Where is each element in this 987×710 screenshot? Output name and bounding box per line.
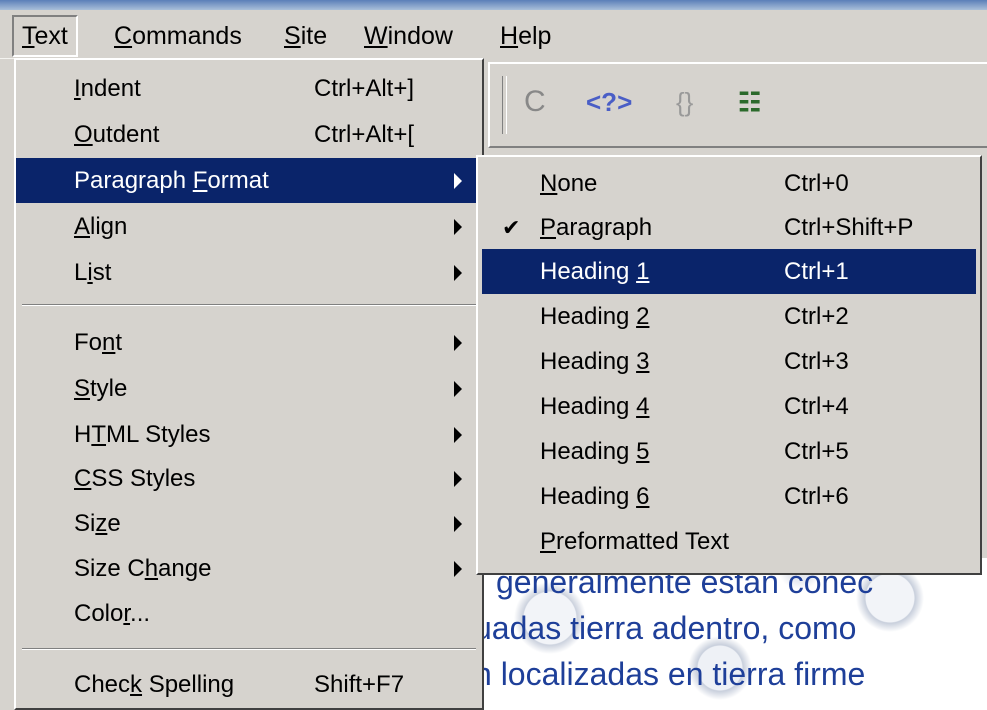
menu-item-label: Font — [74, 329, 123, 356]
menu-item-label: List — [74, 259, 112, 286]
submenu-item-heading-3[interactable]: Heading 3 Ctrl+3 — [482, 339, 976, 384]
menu-item-label: Outdent — [74, 121, 160, 148]
menu-item-label: Indent — [74, 75, 141, 102]
shortcut: Ctrl+3 — [784, 348, 849, 375]
menu-item-check-spelling[interactable]: Check Spelling Shift+F7 — [16, 662, 482, 707]
menu-item-label: Size — [74, 510, 121, 537]
document-canvas[interactable]: generalmente están conec uadas tierra ad… — [470, 558, 987, 710]
menu-item-label: Check Spelling — [74, 671, 235, 698]
shortcut: Shift+F7 — [314, 671, 405, 698]
submenu-item-heading-1[interactable]: Heading 1 Ctrl+1 — [482, 249, 976, 294]
window-title-strip — [0, 0, 987, 10]
submenu-item-preformatted-text[interactable]: Preformatted Text — [482, 519, 976, 564]
menu-item-label: Heading 5 — [540, 438, 650, 465]
menu-item-label: Color... — [74, 600, 151, 627]
menu-item-font[interactable]: Font — [16, 320, 482, 365]
submenu-arrow-icon — [454, 219, 462, 235]
menu-item-html-styles[interactable]: HTML Styles — [16, 412, 482, 457]
submenu-arrow-icon — [454, 516, 462, 532]
menu-item-list[interactable]: List — [16, 250, 482, 295]
submenu-arrow-icon — [454, 561, 462, 577]
submenu-item-heading-4[interactable]: Heading 4 Ctrl+4 — [482, 384, 976, 429]
submenu-arrow-icon — [454, 427, 462, 443]
submenu-arrow-icon — [454, 265, 462, 281]
menu-item-label: Align — [74, 213, 128, 240]
document-toolbar: C <?> {} ☷ — [488, 62, 987, 148]
menu-window[interactable]: Window — [356, 17, 461, 55]
text-menu: Indent Ctrl+Alt+] Outdent Ctrl+Alt+[ Parag… — [14, 58, 484, 710]
menu-item-label: Heading 3 — [540, 348, 650, 375]
menu-item-color[interactable]: Color... — [16, 591, 482, 636]
menu-item-label: Style — [74, 375, 128, 402]
menu-item-indent[interactable]: Indent Ctrl+Alt+] — [16, 66, 482, 111]
menu-separator — [22, 648, 476, 650]
menu-item-size-change[interactable]: Size Change — [16, 546, 482, 591]
shortcut: Ctrl+1 — [784, 258, 849, 285]
braces-icon[interactable]: {} — [676, 82, 693, 122]
menu-item-label: Heading 2 — [540, 303, 650, 330]
code-view-icon[interactable]: <?> — [586, 82, 632, 122]
menu-item-label: Heading 4 — [540, 393, 650, 420]
menu-item-style[interactable]: Style — [16, 366, 482, 411]
submenu-arrow-icon — [454, 471, 462, 487]
menu-item-label: Preformatted Text — [540, 528, 729, 555]
menu-site[interactable]: Site — [276, 17, 335, 55]
menu-help[interactable]: Help — [492, 17, 559, 55]
menu-text[interactable]: Text — [12, 15, 78, 57]
shortcut: Ctrl+Shift+P — [784, 214, 914, 241]
submenu-arrow-icon — [454, 381, 462, 397]
submenu-item-heading-5[interactable]: Heading 5 Ctrl+5 — [482, 429, 976, 474]
menu-item-label: Heading 1 — [540, 258, 650, 285]
doc-text-line: n localizadas en tierra firme — [474, 656, 866, 692]
menu-item-label: Size Change — [74, 555, 212, 582]
shortcut: Ctrl+2 — [784, 303, 849, 330]
doc-text-line: uadas tierra adentro, como — [474, 610, 857, 646]
toolbar-grip[interactable] — [502, 76, 507, 134]
shortcut: Ctrl+Alt+] — [314, 75, 415, 102]
shortcut: Ctrl+5 — [784, 438, 849, 465]
menu-item-label: HTML Styles — [74, 421, 211, 448]
shortcut: Ctrl+Alt+[ — [314, 121, 415, 148]
submenu-arrow-icon — [454, 173, 462, 189]
menu-item-css-styles[interactable]: CSS Styles — [16, 456, 482, 501]
shortcut: Ctrl+4 — [784, 393, 849, 420]
submenu-item-heading-2[interactable]: Heading 2 Ctrl+2 — [482, 294, 976, 339]
menu-item-size[interactable]: Size — [16, 501, 482, 546]
menu-item-align[interactable]: Align — [16, 204, 482, 249]
menu-item-label: Paragraph Format — [74, 167, 269, 194]
menu-item-outdent[interactable]: Outdent Ctrl+Alt+[ — [16, 112, 482, 157]
menu-item-label: Paragraph — [540, 214, 653, 241]
shortcut: Ctrl+0 — [784, 170, 849, 197]
menu-bar: Text Commands Site Window Help — [0, 10, 987, 59]
paragraph-format-submenu: None Ctrl+0 ✔ Paragraph Ctrl+Shift+P Headin… — [476, 155, 982, 575]
shortcut: Ctrl+6 — [784, 483, 849, 510]
menu-item-label: None — [540, 170, 598, 197]
menu-separator — [22, 304, 476, 306]
checkmark-icon: ✔ — [502, 215, 521, 240]
list-options-icon[interactable]: ☷ — [738, 82, 761, 122]
menu-item-paragraph-format[interactable]: Paragraph Format — [16, 158, 482, 203]
submenu-item-paragraph[interactable]: ✔ Paragraph Ctrl+Shift+P — [482, 205, 976, 250]
submenu-arrow-icon — [454, 335, 462, 351]
refresh-icon[interactable]: C — [524, 82, 546, 122]
submenu-item-none[interactable]: None Ctrl+0 — [482, 161, 976, 206]
menu-item-label: CSS Styles — [74, 465, 196, 492]
menu-commands[interactable]: Commands — [106, 17, 250, 55]
submenu-item-heading-6[interactable]: Heading 6 Ctrl+6 — [482, 474, 976, 519]
menu-item-label: Heading 6 — [540, 483, 650, 510]
